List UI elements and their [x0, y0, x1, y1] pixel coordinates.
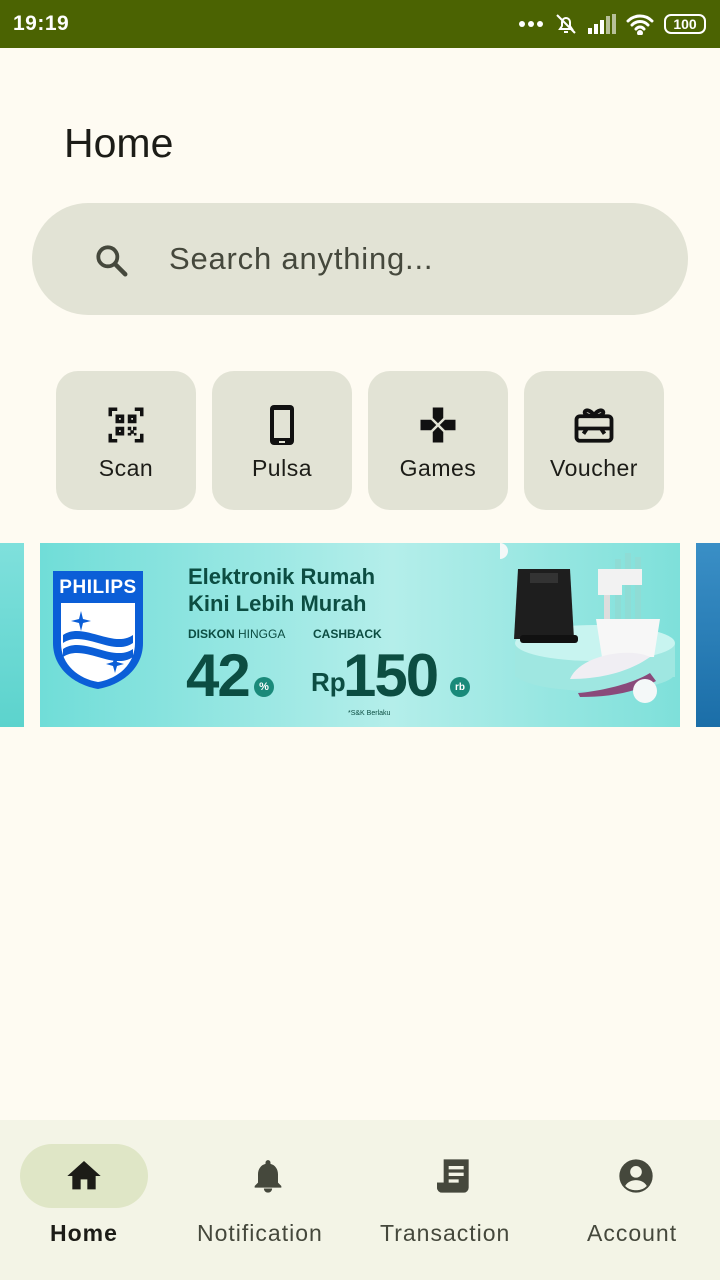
receipt-icon: [432, 1156, 472, 1196]
nav-item-account[interactable]: Account: [540, 1120, 720, 1280]
voucher-button[interactable]: Voucher: [524, 371, 664, 510]
search-icon[interactable]: [92, 241, 130, 284]
promo-banner[interactable]: PHILIPS Elektronik Rumah Kini Lebih Mura…: [40, 543, 680, 727]
games-label: Games: [399, 455, 477, 481]
nav-item-home[interactable]: Home: [0, 1120, 180, 1280]
terms-text: *S&K Berlaku: [348, 710, 391, 717]
smartphone-icon: [267, 403, 297, 447]
previous-banner-peek[interactable]: [0, 543, 24, 727]
alarm-off-icon: [554, 12, 578, 36]
pulsa-button[interactable]: Pulsa: [212, 371, 352, 510]
bell-icon: [248, 1156, 288, 1196]
battery-icon: 100: [664, 14, 706, 34]
qr-scan-icon: [105, 403, 147, 447]
nav-item-transaction[interactable]: Transaction: [360, 1120, 540, 1280]
cashback-label: CASHBACK: [313, 627, 382, 641]
pulsa-label: Pulsa: [251, 455, 313, 481]
gift-card-icon: [573, 403, 615, 447]
page-title: Home: [64, 120, 174, 166]
nav-label-home: Home: [50, 1220, 118, 1246]
philips-wordmark: PHILIPS: [59, 577, 137, 598]
status-time: 19:19: [13, 12, 70, 35]
discount-label-bold: DISKON: [188, 627, 235, 641]
search-bar[interactable]: [32, 203, 688, 315]
discount-label-rest: HINGGA: [234, 627, 286, 641]
discount-label: DISKON HINGGA: [188, 627, 285, 641]
cashback-unit-badge: rb: [450, 677, 470, 697]
scan-button[interactable]: Scan: [56, 371, 196, 510]
cashback-value: 150: [343, 642, 439, 709]
status-bar: 19:19 100: [0, 0, 720, 48]
banner-headline-line2: Kini Lebih Murah: [188, 591, 367, 616]
scan-label: Scan: [98, 455, 154, 481]
banner-headline: Elektronik Rumah Kini Lebih Murah: [188, 563, 375, 617]
quick-actions: Scan Pulsa Games Voucher: [56, 371, 664, 510]
discount-value: 42: [186, 642, 251, 709]
discount-unit-badge: %: [254, 677, 274, 697]
wifi-icon: [626, 13, 654, 35]
home-icon: [64, 1156, 104, 1196]
nav-label-account: Account: [587, 1220, 678, 1246]
product-image: [492, 543, 680, 727]
cashback-currency: Rp: [311, 667, 346, 697]
nav-label-notification: Notification: [197, 1220, 323, 1246]
status-icons: 100: [518, 12, 706, 36]
account-circle-icon: [616, 1156, 656, 1196]
philips-logo: PHILIPS: [51, 569, 145, 691]
signal-icon: [588, 14, 616, 34]
nav-label-transaction: Transaction: [380, 1220, 511, 1246]
next-banner-peek[interactable]: [696, 543, 720, 727]
banner-headline-line1: Elektronik Rumah: [188, 564, 376, 589]
nav-item-notification[interactable]: Notification: [180, 1120, 360, 1280]
gamepad-icon: [417, 403, 459, 447]
promo-carousel[interactable]: PHILIPS Elektronik Rumah Kini Lebih Mura…: [0, 543, 720, 727]
games-button[interactable]: Games: [368, 371, 508, 510]
search-input[interactable]: [169, 233, 629, 285]
more-dots-icon: [518, 20, 544, 28]
bottom-navigation: Home Notification Transaction Account: [0, 1120, 720, 1280]
voucher-label: Voucher: [550, 455, 638, 481]
